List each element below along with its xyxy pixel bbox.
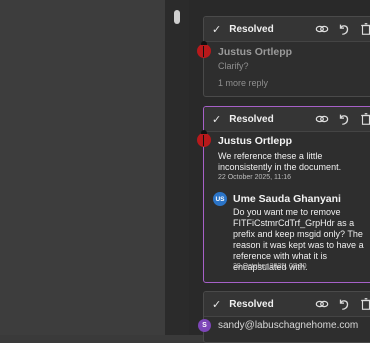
thread-header: ✓ Resolved: [204, 17, 370, 42]
comment-author-email: sandy@labuschagnehome.com: [218, 320, 359, 331]
document-scrollbar-track[interactable]: [165, 0, 189, 335]
link-icon[interactable]: [315, 112, 329, 126]
undo-icon[interactable]: [337, 22, 351, 36]
trash-icon[interactable]: [359, 297, 370, 311]
comment-date: 22 October 2025, 11:16: [218, 174, 292, 181]
avatar: [197, 130, 211, 147]
more-replies-link[interactable]: 1 more reply: [218, 78, 268, 89]
document-page-area: [0, 0, 165, 335]
document-scrollbar-thumb[interactable]: [174, 10, 180, 24]
resolved-label: Resolved: [229, 23, 274, 35]
undo-icon[interactable]: [337, 112, 351, 126]
undo-icon[interactable]: [337, 297, 351, 311]
avatar-initials: US: [213, 192, 227, 206]
comment-author: Justus Ortlepp: [218, 46, 293, 58]
comment-thread-card[interactable]: ✓ Resolved: [203, 291, 370, 343]
comment-author: Justus Ortlepp: [218, 135, 293, 147]
checkmark-icon: ✓: [212, 298, 222, 311]
link-icon[interactable]: [315, 297, 329, 311]
trash-icon[interactable]: [359, 22, 370, 36]
resolved-label: Resolved: [229, 113, 274, 125]
avatar: [197, 41, 211, 58]
comment-text: Clarify?: [218, 61, 249, 71]
trash-icon[interactable]: [359, 112, 370, 126]
resolved-label: Resolved: [229, 298, 274, 310]
checkmark-icon: ✓: [212, 23, 222, 36]
reply-author: Ume Sauda Ghanyani: [233, 193, 341, 205]
reply-date: 29 October 2025, 08:30: [233, 263, 307, 270]
link-icon[interactable]: [315, 22, 329, 36]
thread-header: ✓ Resolved: [204, 107, 370, 132]
thread-header: ✓ Resolved: [204, 292, 370, 317]
comment-text: We reference these a little inconsistent…: [218, 151, 342, 172]
checkmark-icon: ✓: [212, 113, 222, 126]
avatar-initials: S: [198, 319, 211, 332]
